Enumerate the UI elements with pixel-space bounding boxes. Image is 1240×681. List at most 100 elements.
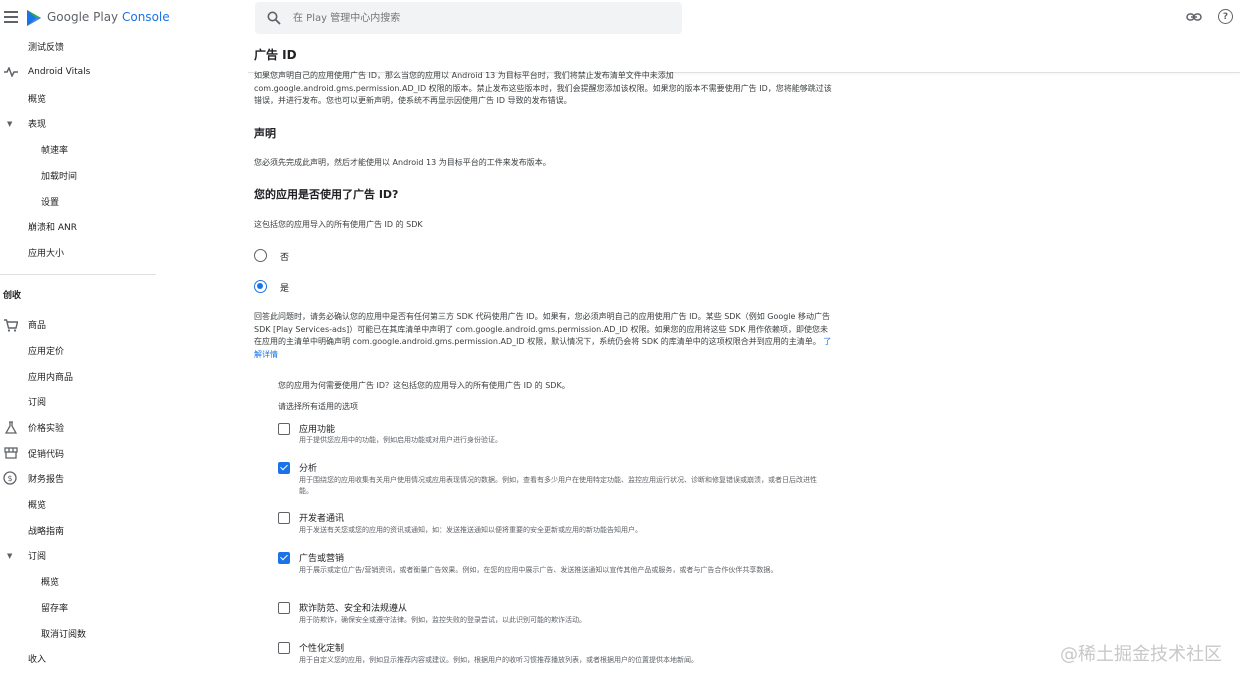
top-bar: ? — [160, 0, 1240, 36]
dollar-icon: $ — [3, 471, 17, 485]
sidebar-item-label: 取消订阅数 — [41, 629, 87, 640]
store-icon — [4, 446, 18, 460]
sidebar-item-label: 加载时间 — [41, 171, 78, 182]
sidebar-item-label: Android Vitals — [28, 67, 91, 77]
sidebar-item-label: 订阅 — [28, 397, 47, 408]
sidebar-item-subscriptions[interactable]: 订阅 — [28, 389, 46, 413]
sidebar-item-label: 概览 — [28, 500, 47, 511]
sidebar-item-label: 财务报告 — [28, 474, 65, 485]
option-title: 开发者通讯 — [299, 514, 345, 524]
vitals-icon — [4, 65, 18, 79]
help-icon[interactable]: ? — [1218, 9, 1233, 24]
question-subtext: 这包括您的应用导入的所有使用广告 ID 的 SDK — [254, 220, 423, 229]
declaration-heading: 声明 — [254, 127, 276, 140]
explanation-text: 回答此问题时，请务必确认您的应用中是否有任何第三方 SDK 代码使用广告 ID。… — [254, 311, 834, 361]
declaration-text: 您必须先完成此声明，然后才能使用以 Android 13 为目标平台的工件来发布… — [254, 158, 551, 167]
sidebar-item-app-size[interactable]: 应用大小 — [28, 240, 64, 264]
sidebar-item-financial-reports[interactable]: 财务报告 — [28, 466, 64, 490]
sidebar-item-load-time[interactable]: 加载时间 — [41, 163, 77, 187]
sidebar-item-products[interactable]: 商品 — [28, 312, 46, 336]
menu-icon[interactable] — [4, 11, 18, 23]
search-box[interactable] — [255, 2, 682, 34]
option-description: 用于自定义您的应用，例如显示推荐内容或建议。例如，根据用户的收听习惯推荐播放列表… — [299, 656, 698, 664]
page-title: 广告 ID — [254, 48, 297, 62]
checkbox-personalization[interactable] — [278, 642, 290, 654]
sidebar-item-label: 留存率 — [41, 603, 69, 614]
sidebar-item-label: 帧速率 — [41, 145, 69, 156]
sidebar-item-label: 概览 — [41, 577, 60, 588]
sidebar-item-label: 设置 — [41, 197, 60, 208]
sidebar-item-label: 崩溃和 ANR — [28, 222, 78, 233]
sidebar-item-label: 应用内商品 — [28, 372, 74, 383]
sidebar-item-vitals-overview[interactable]: 概览 — [28, 86, 46, 110]
sidebar-item-label: 收入 — [28, 654, 47, 665]
option-description: 用于提供您应用中的功能，例如启用功能或对用户进行身份验证。 — [299, 436, 502, 444]
option-title: 应用功能 — [299, 425, 336, 435]
why-question: 您的应用为何需要使用广告 ID？这包括您的应用导入的所有使用广告 ID 的 SD… — [278, 381, 570, 390]
sidebar-item-label: 价格实验 — [28, 423, 65, 434]
sidebar-item-label: 战略指南 — [28, 526, 65, 537]
option-description: 用于发送有关您或您的应用的资讯或通知，如：发送推送通知以便将重要的安全更新或应用… — [299, 526, 642, 534]
play-logo-icon — [27, 10, 41, 26]
option-title: 分析 — [299, 464, 318, 474]
radio-no-label[interactable]: 否 — [280, 250, 289, 263]
radio-yes-label[interactable]: 是 — [280, 281, 289, 294]
sidebar: Google Play Console 测试反馈 Android Vitals … — [0, 0, 170, 681]
checkbox-app-functionality[interactable] — [278, 423, 290, 435]
sidebar-item-in-app-products[interactable]: 应用内商品 — [28, 364, 73, 388]
explanation-body: 回答此问题时，请务必确认您的应用中是否有任何第三方 SDK 代码使用广告 ID。… — [254, 312, 831, 346]
search-input[interactable] — [293, 10, 673, 26]
sidebar-item-strategy-guide[interactable]: 战略指南 — [28, 518, 64, 542]
sidebar-section-monetize: 创收 — [3, 291, 22, 301]
sidebar-item-price-experiments[interactable]: 价格实验 — [28, 415, 64, 439]
sidebar-item-cancellations[interactable]: 取消订阅数 — [41, 621, 86, 645]
watermark: @稀土掘金技术社区 — [1060, 644, 1222, 665]
sidebar-item-promo-codes[interactable]: 促销代码 — [28, 441, 64, 465]
svg-text:$: $ — [7, 474, 12, 483]
sidebar-item-performance[interactable]: 表现 — [28, 111, 46, 135]
intro-text: 如果您声明自己的应用使用广告 ID，那么当您的应用以 Android 13 为目… — [254, 71, 832, 105]
option-description: 用于展示或定位广告/营销资讯，或者衡量广告效果。例如，在您的应用中展示广告、发送… — [299, 566, 778, 574]
option-title: 欺诈防范、安全和法规遵从 — [299, 604, 408, 614]
radio-yes[interactable] — [254, 280, 267, 293]
brand-prefix: Google Play — [47, 10, 119, 24]
option-title: 广告或营销 — [299, 554, 345, 564]
sidebar-item-app-pricing[interactable]: 应用定价 — [28, 338, 64, 362]
sidebar-item-settings[interactable]: 设置 — [41, 189, 59, 213]
sidebar-item-sub-overview[interactable]: 概览 — [41, 569, 59, 593]
sidebar-item-retention[interactable]: 留存率 — [41, 595, 68, 619]
option-description: 用于围绕您的应用收集有关用户使用情况或应用表现情况的数据。例如，查看有多少用户在… — [299, 476, 817, 495]
select-all-hint: 请选择所有适用的选项 — [278, 402, 358, 411]
sidebar-item-test-feedback[interactable]: 测试反馈 — [28, 34, 64, 58]
brand-name[interactable]: Google Play Console — [47, 10, 170, 24]
question-heading: 您的应用是否使用了广告 ID? — [254, 188, 399, 201]
sidebar-item-subscriptions-report[interactable]: 订阅 — [28, 543, 46, 567]
sidebar-item-android-vitals[interactable]: Android Vitals — [28, 60, 90, 84]
checkbox-advertising[interactable] — [278, 552, 290, 564]
caret-down-icon[interactable]: ▼ — [7, 552, 12, 560]
search-icon[interactable] — [267, 11, 281, 25]
sidebar-item-label: 订阅 — [28, 551, 47, 562]
option-description: 用于防欺诈，确保安全或遵守法律。例如，监控失败的登录尝试，以此识别可能的欺诈活动… — [299, 616, 586, 624]
sidebar-item-crashes-anr[interactable]: 崩溃和 ANR — [28, 214, 77, 238]
link-icon[interactable] — [1186, 11, 1202, 23]
sidebar-item-revenue[interactable]: 收入 — [28, 646, 46, 670]
checkbox-fraud-prevention[interactable] — [278, 602, 290, 614]
radio-no[interactable] — [254, 249, 267, 262]
caret-down-icon[interactable]: ▼ — [7, 120, 12, 128]
checkbox-developer-communications[interactable] — [278, 512, 290, 524]
brand: Google Play Console — [0, 0, 170, 36]
sidebar-item-label: 应用定价 — [28, 346, 65, 357]
sidebar-item-label: 应用大小 — [28, 248, 65, 259]
cart-icon — [4, 318, 18, 332]
sidebar-item-finance-overview[interactable]: 概览 — [28, 492, 46, 516]
sidebar-item-label: 商品 — [28, 320, 47, 331]
sidebar-item-label: 概览 — [28, 94, 47, 105]
option-title: 个性化定制 — [299, 644, 345, 654]
flask-icon — [4, 420, 18, 434]
checkbox-analytics[interactable] — [278, 462, 290, 474]
sidebar-item-label: 测试反馈 — [28, 42, 65, 53]
sidebar-item-frame-rate[interactable]: 帧速率 — [41, 137, 68, 161]
sidebar-item-label: 表现 — [28, 119, 47, 130]
sidebar-divider — [0, 274, 156, 275]
